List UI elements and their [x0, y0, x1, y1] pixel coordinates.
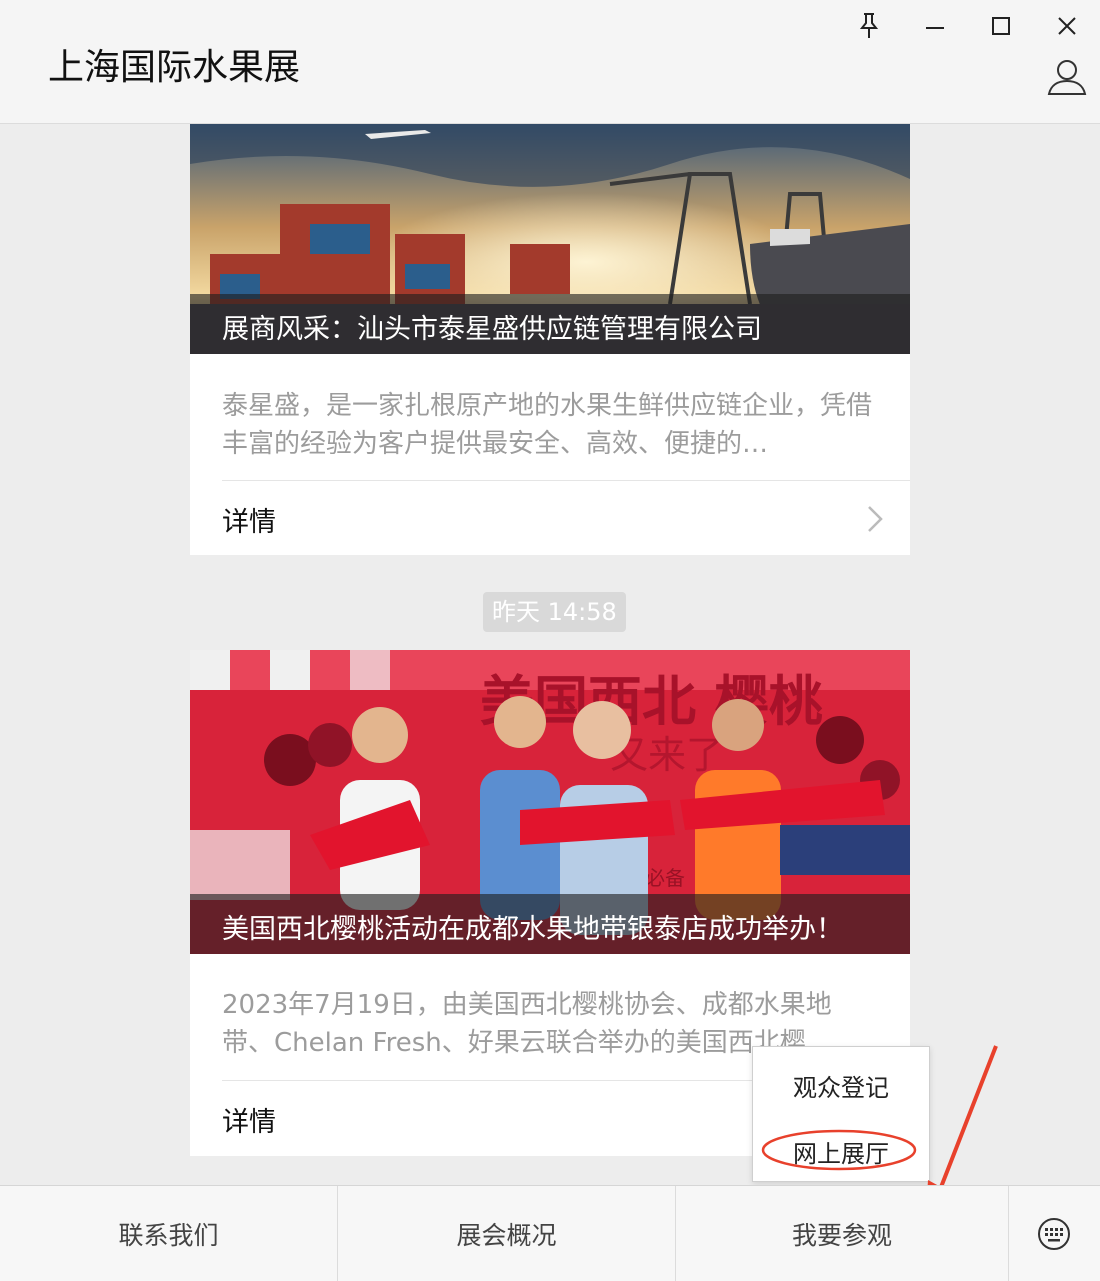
article-title: 美国西北樱桃活动在成都水果地带银泰店成功举办！	[222, 914, 843, 945]
article-summary: 泰星盛，是一家扎根原产地的水果生鲜供应链企业，凭借丰富的经验为客户提供最安全、高…	[222, 391, 872, 459]
window-header: 上海国际水果展	[0, 0, 1100, 124]
divider	[222, 480, 910, 481]
detail-label: 详情	[222, 507, 276, 538]
keyboard-icon[interactable]	[1036, 1216, 1072, 1252]
chevron-right-icon	[866, 504, 884, 538]
minimize-icon[interactable]	[917, 8, 953, 44]
message-timestamp: 昨天 14:58	[483, 592, 626, 632]
maximize-icon[interactable]	[983, 8, 1019, 44]
banner-small-text: 必备	[645, 866, 685, 890]
article-image-cherry-event[interactable]: 美国西北 樱桃 又来了 必备 美国西北樱桃活动在成都水果地带银泰店成功举办！	[190, 650, 910, 954]
image-caption-overlay: 展商风采：汕头市泰星盛供应链管理有限公司	[190, 294, 910, 354]
pin-icon[interactable]	[851, 8, 887, 44]
detail-label: 详情	[222, 1107, 276, 1138]
close-icon[interactable]	[1049, 8, 1085, 44]
article-image-port[interactable]: 展商风采：汕头市泰星盛供应链管理有限公司	[190, 124, 910, 354]
detail-link[interactable]: 详情	[190, 482, 910, 556]
menu-item-audience-registration[interactable]: 观众登记	[753, 1060, 929, 1110]
article-card[interactable]: 展商风采：汕头市泰星盛供应链管理有限公司 泰星盛，是一家扎根原产地的水果生鲜供应…	[190, 124, 910, 555]
article-title: 展商风采：汕头市泰星盛供应链管理有限公司	[222, 314, 762, 345]
menu-visit[interactable]: 我要参观	[676, 1186, 1008, 1281]
submenu-popup: 观众登记 网上展厅	[752, 1046, 930, 1182]
menu-contact-us[interactable]: 联系我们	[0, 1186, 337, 1281]
menu-exhibition-overview[interactable]: 展会概况	[338, 1186, 675, 1281]
image-caption-overlay: 美国西北樱桃活动在成都水果地带银泰店成功举办！	[190, 894, 910, 954]
bottom-menu-bar: 联系我们 展会概况 我要参观	[0, 1185, 1100, 1281]
menu-item-online-exhibition-hall[interactable]: 网上展厅	[753, 1126, 929, 1176]
user-icon[interactable]	[1046, 56, 1088, 98]
menu-separator	[1008, 1186, 1009, 1281]
window-title: 上海国际水果展	[48, 47, 301, 88]
